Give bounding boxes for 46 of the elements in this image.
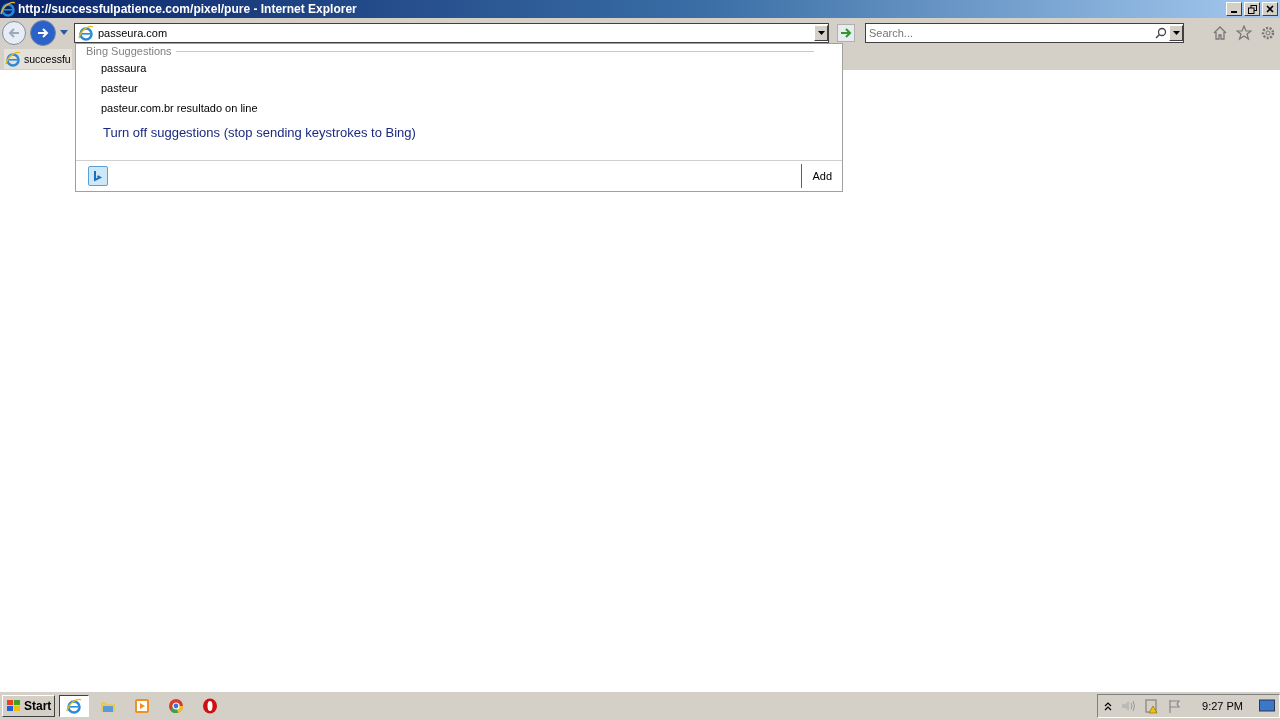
search-icon[interactable] xyxy=(1155,27,1167,39)
back-arrow-icon xyxy=(7,26,21,40)
restore-button[interactable] xyxy=(1244,2,1260,16)
bing-button[interactable] xyxy=(88,166,108,186)
start-button[interactable]: Start xyxy=(2,695,56,717)
close-icon xyxy=(1266,5,1274,13)
opera-icon[interactable] xyxy=(202,698,219,714)
ie-logo-icon xyxy=(0,1,16,17)
forward-button[interactable] xyxy=(30,20,56,46)
suggestion-item[interactable]: passaura xyxy=(76,58,842,78)
go-button[interactable] xyxy=(837,24,855,42)
caret-icon[interactable] xyxy=(60,30,68,36)
turn-off-link[interactable]: Turn off suggestions (stop sending keystrokes to Bing) xyxy=(103,125,416,140)
minimize-button[interactable] xyxy=(1226,2,1242,16)
browser-tab[interactable]: successfu xyxy=(4,49,72,69)
back-button[interactable] xyxy=(2,21,26,45)
chevron-icon[interactable] xyxy=(1104,701,1113,711)
dropdown-button[interactable] xyxy=(1169,25,1183,41)
close-button[interactable] xyxy=(1262,2,1278,16)
windows-logo-icon xyxy=(6,699,22,713)
b-logo-icon xyxy=(93,170,103,182)
forward-arrow-icon xyxy=(36,26,50,40)
show-desktop-icon[interactable] xyxy=(1259,699,1275,713)
search-field[interactable]: Search... xyxy=(869,27,1153,39)
address-bar[interactable]: passeura.com xyxy=(74,23,829,43)
clock: 9:27 PM xyxy=(1202,700,1243,712)
chrome-icon[interactable] xyxy=(168,698,185,714)
suggestion-item[interactable]: pasteur xyxy=(76,78,842,98)
star-icon[interactable] xyxy=(1236,25,1252,41)
page-icon xyxy=(5,51,21,67)
caret-icon xyxy=(1172,31,1180,35)
media-player-icon[interactable] xyxy=(134,698,151,714)
window-title: http://successfulpatience.com/pixel/pure - Internet Explorer xyxy=(18,2,357,16)
page-icon xyxy=(78,25,94,41)
suggestion-item[interactable]: pasteur.com.br resultado on line xyxy=(76,98,842,118)
restore-icon xyxy=(1247,4,1257,14)
dropdown-button[interactable] xyxy=(814,25,828,41)
section-header: Bing Suggestions xyxy=(86,45,172,57)
caret-icon xyxy=(817,31,825,35)
arrow-icon xyxy=(840,28,852,38)
search-bar[interactable]: Search... xyxy=(865,23,1184,43)
address-field[interactable]: passeura.com xyxy=(98,27,810,39)
taskbar-app[interactable] xyxy=(59,695,90,717)
settings-icon[interactable] xyxy=(1260,25,1276,41)
ie-icon xyxy=(66,698,83,714)
home-icon[interactable] xyxy=(1212,25,1228,41)
